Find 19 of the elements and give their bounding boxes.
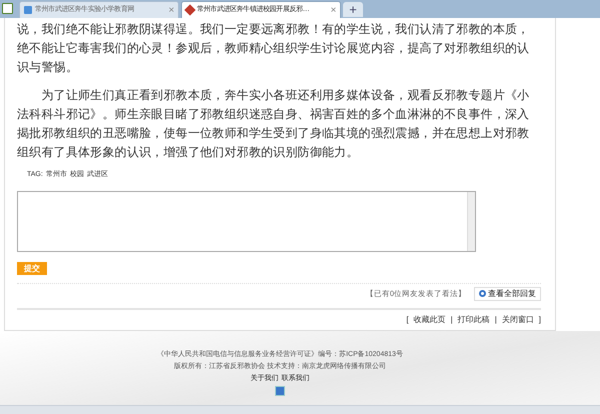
page-icon	[24, 6, 32, 14]
article-paragraph: 为了让师生们真正看到邪教本质，奔牛实小各班还利用多媒体设备，观看反邪教专题片《小法科科斗邪记》。师生亲眼目睹了邪教组织迷惑自身、祸害百姓的多个血淋淋的不良事件，深入揭批邪教组织的丑恶嘴脸，使每一位教师和学生受到了身临其境的强烈震撼，并在思想上对邪教组织有了具体形象的认识，增强了他们对邪教的识别防御能力。	[17, 87, 530, 161]
new-tab-button[interactable]: +	[343, 2, 363, 17]
scrollbar[interactable]	[467, 192, 475, 250]
page-link[interactable]: 打印此稿	[458, 314, 490, 326]
logo-icon	[184, 4, 196, 16]
magnifier-icon	[479, 290, 486, 297]
separator: |	[450, 314, 453, 326]
badge-icon	[275, 386, 285, 396]
comment-field[interactable]	[17, 190, 476, 252]
separator: |	[494, 314, 497, 326]
view-all-replies-button[interactable]: 查看全部回复	[474, 286, 541, 300]
window-icon[interactable]	[2, 3, 13, 14]
close-icon[interactable]: ×	[330, 2, 336, 18]
bracket: [	[406, 314, 409, 326]
page-link[interactable]: 收藏此页	[414, 314, 446, 326]
page-link[interactable]: 关闭窗口	[502, 314, 534, 326]
bracket: ]	[538, 314, 541, 326]
article-paragraph: 说，我们绝不能让邪教阴谋得逞。我们一定要远离邪教！有的学生说，我们认清了邪教的本质，绝不能让它毒害我们的心灵！参观后，教师精心组织学生讨论展览内容，提高了对邪教组织的认识与警惕。	[17, 21, 530, 76]
